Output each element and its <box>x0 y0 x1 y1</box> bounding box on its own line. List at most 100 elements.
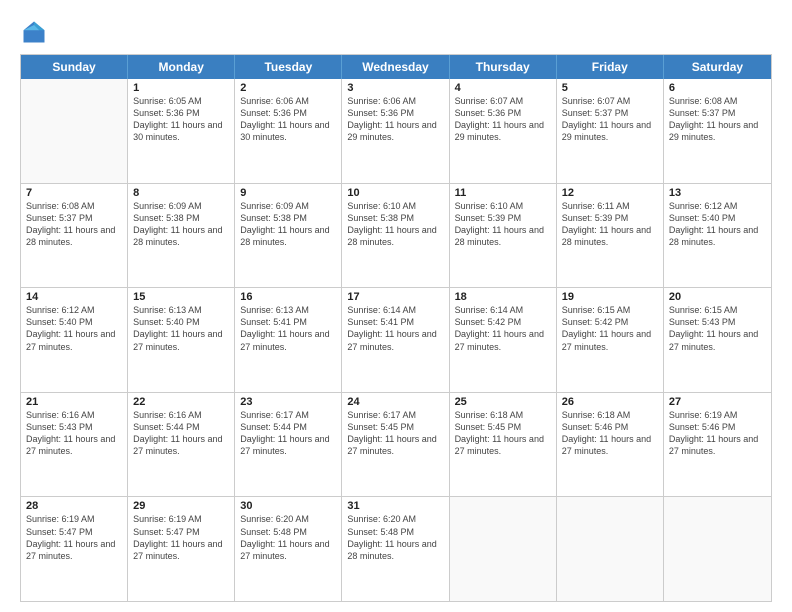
cell-info: Sunrise: 6:20 AMSunset: 5:48 PMDaylight:… <box>347 513 443 562</box>
cal-cell: 1Sunrise: 6:05 AMSunset: 5:36 PMDaylight… <box>128 79 235 183</box>
day-number: 16 <box>240 291 336 303</box>
cal-cell: 17Sunrise: 6:14 AMSunset: 5:41 PMDayligh… <box>342 288 449 392</box>
cal-cell: 12Sunrise: 6:11 AMSunset: 5:39 PMDayligh… <box>557 184 664 288</box>
cal-cell: 13Sunrise: 6:12 AMSunset: 5:40 PMDayligh… <box>664 184 771 288</box>
day-number: 1 <box>133 82 229 94</box>
day-number: 4 <box>455 82 551 94</box>
cal-cell <box>664 497 771 601</box>
day-number: 29 <box>133 500 229 512</box>
cell-info: Sunrise: 6:18 AMSunset: 5:45 PMDaylight:… <box>455 409 551 458</box>
cell-info: Sunrise: 6:07 AMSunset: 5:37 PMDaylight:… <box>562 95 658 144</box>
day-number: 18 <box>455 291 551 303</box>
cell-info: Sunrise: 6:19 AMSunset: 5:46 PMDaylight:… <box>669 409 766 458</box>
day-number: 10 <box>347 187 443 199</box>
cell-info: Sunrise: 6:19 AMSunset: 5:47 PMDaylight:… <box>26 513 122 562</box>
cal-cell: 4Sunrise: 6:07 AMSunset: 5:36 PMDaylight… <box>450 79 557 183</box>
cell-info: Sunrise: 6:05 AMSunset: 5:36 PMDaylight:… <box>133 95 229 144</box>
cell-info: Sunrise: 6:10 AMSunset: 5:39 PMDaylight:… <box>455 200 551 249</box>
cell-info: Sunrise: 6:19 AMSunset: 5:47 PMDaylight:… <box>133 513 229 562</box>
cal-cell: 16Sunrise: 6:13 AMSunset: 5:41 PMDayligh… <box>235 288 342 392</box>
cal-cell: 18Sunrise: 6:14 AMSunset: 5:42 PMDayligh… <box>450 288 557 392</box>
day-number: 22 <box>133 396 229 408</box>
cell-info: Sunrise: 6:08 AMSunset: 5:37 PMDaylight:… <box>26 200 122 249</box>
calendar-body: 1Sunrise: 6:05 AMSunset: 5:36 PMDaylight… <box>21 79 771 601</box>
cal-week-2: 7Sunrise: 6:08 AMSunset: 5:37 PMDaylight… <box>21 184 771 289</box>
cal-header-friday: Friday <box>557 55 664 79</box>
day-number: 19 <box>562 291 658 303</box>
cell-info: Sunrise: 6:20 AMSunset: 5:48 PMDaylight:… <box>240 513 336 562</box>
cell-info: Sunrise: 6:13 AMSunset: 5:41 PMDaylight:… <box>240 304 336 353</box>
day-number: 25 <box>455 396 551 408</box>
cell-info: Sunrise: 6:12 AMSunset: 5:40 PMDaylight:… <box>669 200 766 249</box>
cell-info: Sunrise: 6:07 AMSunset: 5:36 PMDaylight:… <box>455 95 551 144</box>
cal-header-sunday: Sunday <box>21 55 128 79</box>
cal-cell: 20Sunrise: 6:15 AMSunset: 5:43 PMDayligh… <box>664 288 771 392</box>
cell-info: Sunrise: 6:16 AMSunset: 5:44 PMDaylight:… <box>133 409 229 458</box>
logo-icon <box>20 18 48 46</box>
cell-info: Sunrise: 6:17 AMSunset: 5:44 PMDaylight:… <box>240 409 336 458</box>
day-number: 9 <box>240 187 336 199</box>
cell-info: Sunrise: 6:08 AMSunset: 5:37 PMDaylight:… <box>669 95 766 144</box>
cell-info: Sunrise: 6:12 AMSunset: 5:40 PMDaylight:… <box>26 304 122 353</box>
calendar-header-row: SundayMondayTuesdayWednesdayThursdayFrid… <box>21 55 771 79</box>
cal-cell: 14Sunrise: 6:12 AMSunset: 5:40 PMDayligh… <box>21 288 128 392</box>
day-number: 2 <box>240 82 336 94</box>
logo <box>20 18 52 46</box>
cal-cell: 30Sunrise: 6:20 AMSunset: 5:48 PMDayligh… <box>235 497 342 601</box>
cell-info: Sunrise: 6:17 AMSunset: 5:45 PMDaylight:… <box>347 409 443 458</box>
cal-cell: 7Sunrise: 6:08 AMSunset: 5:37 PMDaylight… <box>21 184 128 288</box>
day-number: 26 <box>562 396 658 408</box>
cal-cell <box>557 497 664 601</box>
cal-week-3: 14Sunrise: 6:12 AMSunset: 5:40 PMDayligh… <box>21 288 771 393</box>
cal-cell: 5Sunrise: 6:07 AMSunset: 5:37 PMDaylight… <box>557 79 664 183</box>
cal-cell: 31Sunrise: 6:20 AMSunset: 5:48 PMDayligh… <box>342 497 449 601</box>
day-number: 8 <box>133 187 229 199</box>
day-number: 20 <box>669 291 766 303</box>
cal-cell <box>450 497 557 601</box>
header <box>20 18 772 46</box>
cell-info: Sunrise: 6:14 AMSunset: 5:42 PMDaylight:… <box>455 304 551 353</box>
day-number: 12 <box>562 187 658 199</box>
day-number: 23 <box>240 396 336 408</box>
cell-info: Sunrise: 6:14 AMSunset: 5:41 PMDaylight:… <box>347 304 443 353</box>
day-number: 15 <box>133 291 229 303</box>
cal-cell <box>21 79 128 183</box>
calendar: SundayMondayTuesdayWednesdayThursdayFrid… <box>20 54 772 602</box>
cal-cell: 9Sunrise: 6:09 AMSunset: 5:38 PMDaylight… <box>235 184 342 288</box>
cal-header-wednesday: Wednesday <box>342 55 449 79</box>
cell-info: Sunrise: 6:10 AMSunset: 5:38 PMDaylight:… <box>347 200 443 249</box>
cell-info: Sunrise: 6:15 AMSunset: 5:42 PMDaylight:… <box>562 304 658 353</box>
day-number: 17 <box>347 291 443 303</box>
cell-info: Sunrise: 6:16 AMSunset: 5:43 PMDaylight:… <box>26 409 122 458</box>
cal-week-1: 1Sunrise: 6:05 AMSunset: 5:36 PMDaylight… <box>21 79 771 184</box>
day-number: 24 <box>347 396 443 408</box>
day-number: 3 <box>347 82 443 94</box>
day-number: 14 <box>26 291 122 303</box>
cal-cell: 19Sunrise: 6:15 AMSunset: 5:42 PMDayligh… <box>557 288 664 392</box>
day-number: 5 <box>562 82 658 94</box>
day-number: 11 <box>455 187 551 199</box>
cell-info: Sunrise: 6:09 AMSunset: 5:38 PMDaylight:… <box>133 200 229 249</box>
day-number: 31 <box>347 500 443 512</box>
cell-info: Sunrise: 6:13 AMSunset: 5:40 PMDaylight:… <box>133 304 229 353</box>
day-number: 13 <box>669 187 766 199</box>
cal-cell: 11Sunrise: 6:10 AMSunset: 5:39 PMDayligh… <box>450 184 557 288</box>
cal-cell: 27Sunrise: 6:19 AMSunset: 5:46 PMDayligh… <box>664 393 771 497</box>
day-number: 21 <box>26 396 122 408</box>
cal-cell: 10Sunrise: 6:10 AMSunset: 5:38 PMDayligh… <box>342 184 449 288</box>
cal-header-saturday: Saturday <box>664 55 771 79</box>
cal-cell: 24Sunrise: 6:17 AMSunset: 5:45 PMDayligh… <box>342 393 449 497</box>
cal-cell: 22Sunrise: 6:16 AMSunset: 5:44 PMDayligh… <box>128 393 235 497</box>
day-number: 30 <box>240 500 336 512</box>
cal-cell: 28Sunrise: 6:19 AMSunset: 5:47 PMDayligh… <box>21 497 128 601</box>
day-number: 27 <box>669 396 766 408</box>
cal-cell: 23Sunrise: 6:17 AMSunset: 5:44 PMDayligh… <box>235 393 342 497</box>
day-number: 28 <box>26 500 122 512</box>
cal-cell: 26Sunrise: 6:18 AMSunset: 5:46 PMDayligh… <box>557 393 664 497</box>
cell-info: Sunrise: 6:15 AMSunset: 5:43 PMDaylight:… <box>669 304 766 353</box>
cal-cell: 8Sunrise: 6:09 AMSunset: 5:38 PMDaylight… <box>128 184 235 288</box>
cal-week-5: 28Sunrise: 6:19 AMSunset: 5:47 PMDayligh… <box>21 497 771 601</box>
cell-info: Sunrise: 6:11 AMSunset: 5:39 PMDaylight:… <box>562 200 658 249</box>
cell-info: Sunrise: 6:06 AMSunset: 5:36 PMDaylight:… <box>347 95 443 144</box>
day-number: 6 <box>669 82 766 94</box>
